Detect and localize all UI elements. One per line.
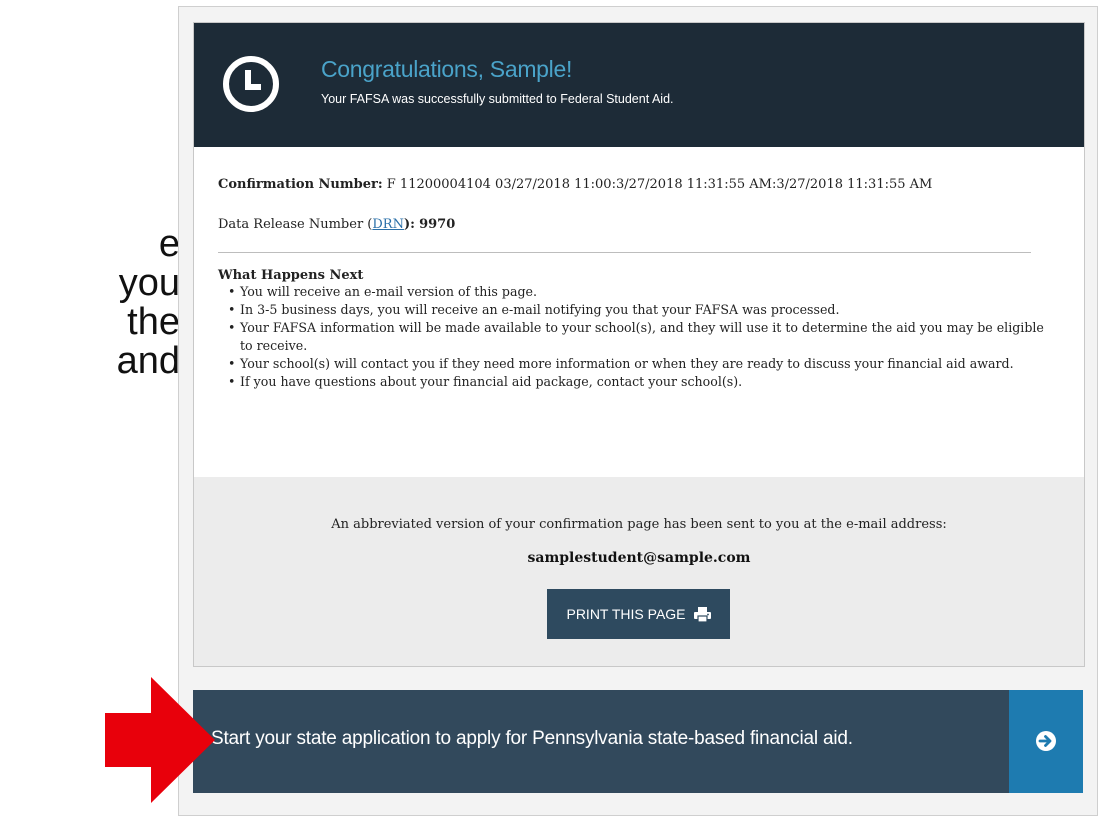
email-notice: An abbreviated version of your confirmat… — [194, 477, 1084, 666]
state-application-go-button[interactable] — [1009, 690, 1083, 793]
divider — [218, 252, 1031, 253]
confirmation-number: Confirmation Number: F 11200004104 03/27… — [218, 177, 932, 192]
print-page-label: PRINT THIS PAGE — [566, 606, 686, 622]
drn-value: 9970 — [419, 217, 456, 232]
state-application-text: Start your state application to apply fo… — [211, 728, 853, 749]
print-page-button[interactable]: PRINT THIS PAGE — [547, 589, 730, 639]
slide-text-line: you — [118, 262, 180, 304]
drn-prefix: Data Release Number ( — [218, 217, 373, 232]
data-release-number: Data Release Number (DRN): 9970 — [218, 217, 455, 232]
page-title: Congratulations, Sample! — [321, 56, 573, 82]
email-address: samplestudent@sample.com — [527, 550, 751, 566]
list-item: You will receive an e-mail version of th… — [228, 283, 1048, 301]
list-item: Your school(s) will contact you if they … — [228, 355, 1048, 373]
printer-icon — [693, 606, 711, 622]
drn-link[interactable]: DRN — [372, 217, 404, 232]
arrow-right-circle-icon — [1036, 731, 1056, 751]
page-subtitle: Your FAFSA was successfully submitted to… — [321, 92, 674, 106]
slide-text-line: the — [127, 301, 180, 343]
list-item: If you have questions about your financi… — [228, 373, 1048, 391]
email-note: An abbreviated version of your confirmat… — [331, 517, 947, 532]
confirmation-number-value: F 11200004104 03/27/2018 11:00:3/27/2018… — [386, 177, 933, 192]
confirmation-header: Congratulations, Sample! Your FAFSA was … — [194, 23, 1084, 147]
state-application-link[interactable]: Start your state application to apply fo… — [193, 690, 1083, 793]
red-arrow-icon — [105, 677, 215, 803]
slide-text-line: e — [158, 225, 180, 265]
what-happens-next-heading: What Happens Next — [218, 268, 364, 283]
what-happens-next-list: You will receive an e-mail version of th… — [228, 283, 1048, 391]
confirmation-details: Confirmation Number: F 11200004104 03/27… — [194, 147, 1084, 477]
slide-text: e you the and — [0, 225, 180, 381]
clock-icon — [223, 56, 279, 112]
slide-text-line: and — [116, 340, 180, 381]
confirmation-panel: Congratulations, Sample! Your FAFSA was … — [193, 22, 1085, 667]
list-item: In 3-5 business days, you will receive a… — [228, 301, 1048, 319]
confirmation-number-label: Confirmation Number: — [218, 177, 383, 192]
drn-suffix: ): — [403, 217, 415, 232]
list-item: Your FAFSA information will be made avai… — [228, 319, 1048, 355]
